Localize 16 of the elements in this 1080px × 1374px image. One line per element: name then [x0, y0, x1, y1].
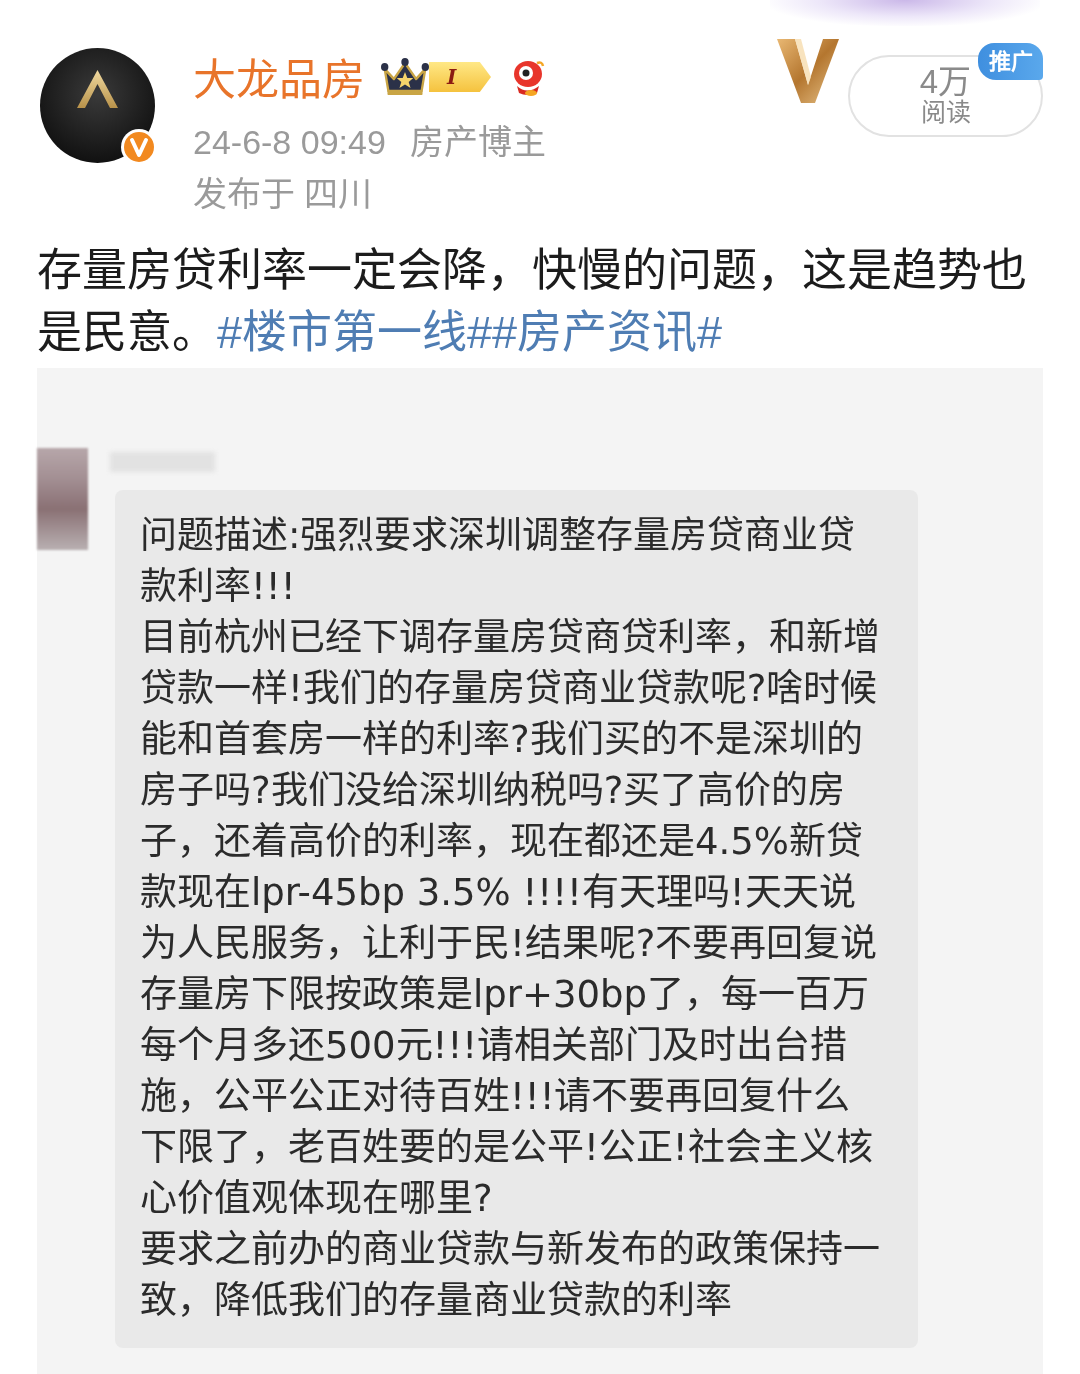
- hashtag-link[interactable]: #房产资讯#: [492, 307, 723, 358]
- level-tag: I: [429, 62, 491, 92]
- message-paragraph: 目前杭州已经下调存量房贷商贷利率，和新增贷款一样!我们的存量房贷商业贷款呢?啥时候能和首套房一样的利率?我们买的不是深圳的房子吗?我们没给深圳纳税吗?买了高价的房子，还着高价的利率，现在都还是4.5%新贷款现在lpr-45bp 3.5% !!!!有天理吗!天天说为人民服务，让利于民!结果呢?不要再回复说存量房下限按政策是lpr+30bp了，每一百万每个月多还500元!!!请相关部门及时出台措施，公平公正对待百姓!!!请不要再回复什么下限了，老百姓要的是公平!公正!社会主义核心价值观体现在哪里?: [140, 615, 881, 1222]
- crown-icon: [381, 57, 429, 97]
- read-label: 阅读: [920, 98, 971, 126]
- author-name[interactable]: 大龙品房: [193, 54, 365, 106]
- post-text: 存量房贷利率一定会降，快慢的问题，这是趋势也是民意。#楼市第一线##房产资讯#: [37, 244, 1028, 360]
- post-time: 24-6-8 09:49: [193, 122, 386, 162]
- promo-badge: 推广: [978, 43, 1043, 80]
- author-role: 房产博主: [409, 122, 546, 162]
- message-paragraph: 要求之前办的商业贷款与新发布的政策保持一致，降低我们的存量商业贷款的利率: [140, 1227, 881, 1324]
- post-location: 发布于 四川: [193, 174, 373, 214]
- hashtag-link[interactable]: #楼市第一线#: [217, 307, 493, 358]
- logo-avatar[interactable]: [40, 48, 155, 163]
- message-paragraph: 问题描述:强烈要求深圳调整存量房贷商业贷款利率!!!: [140, 513, 857, 610]
- read-count: 4万: [919, 66, 972, 98]
